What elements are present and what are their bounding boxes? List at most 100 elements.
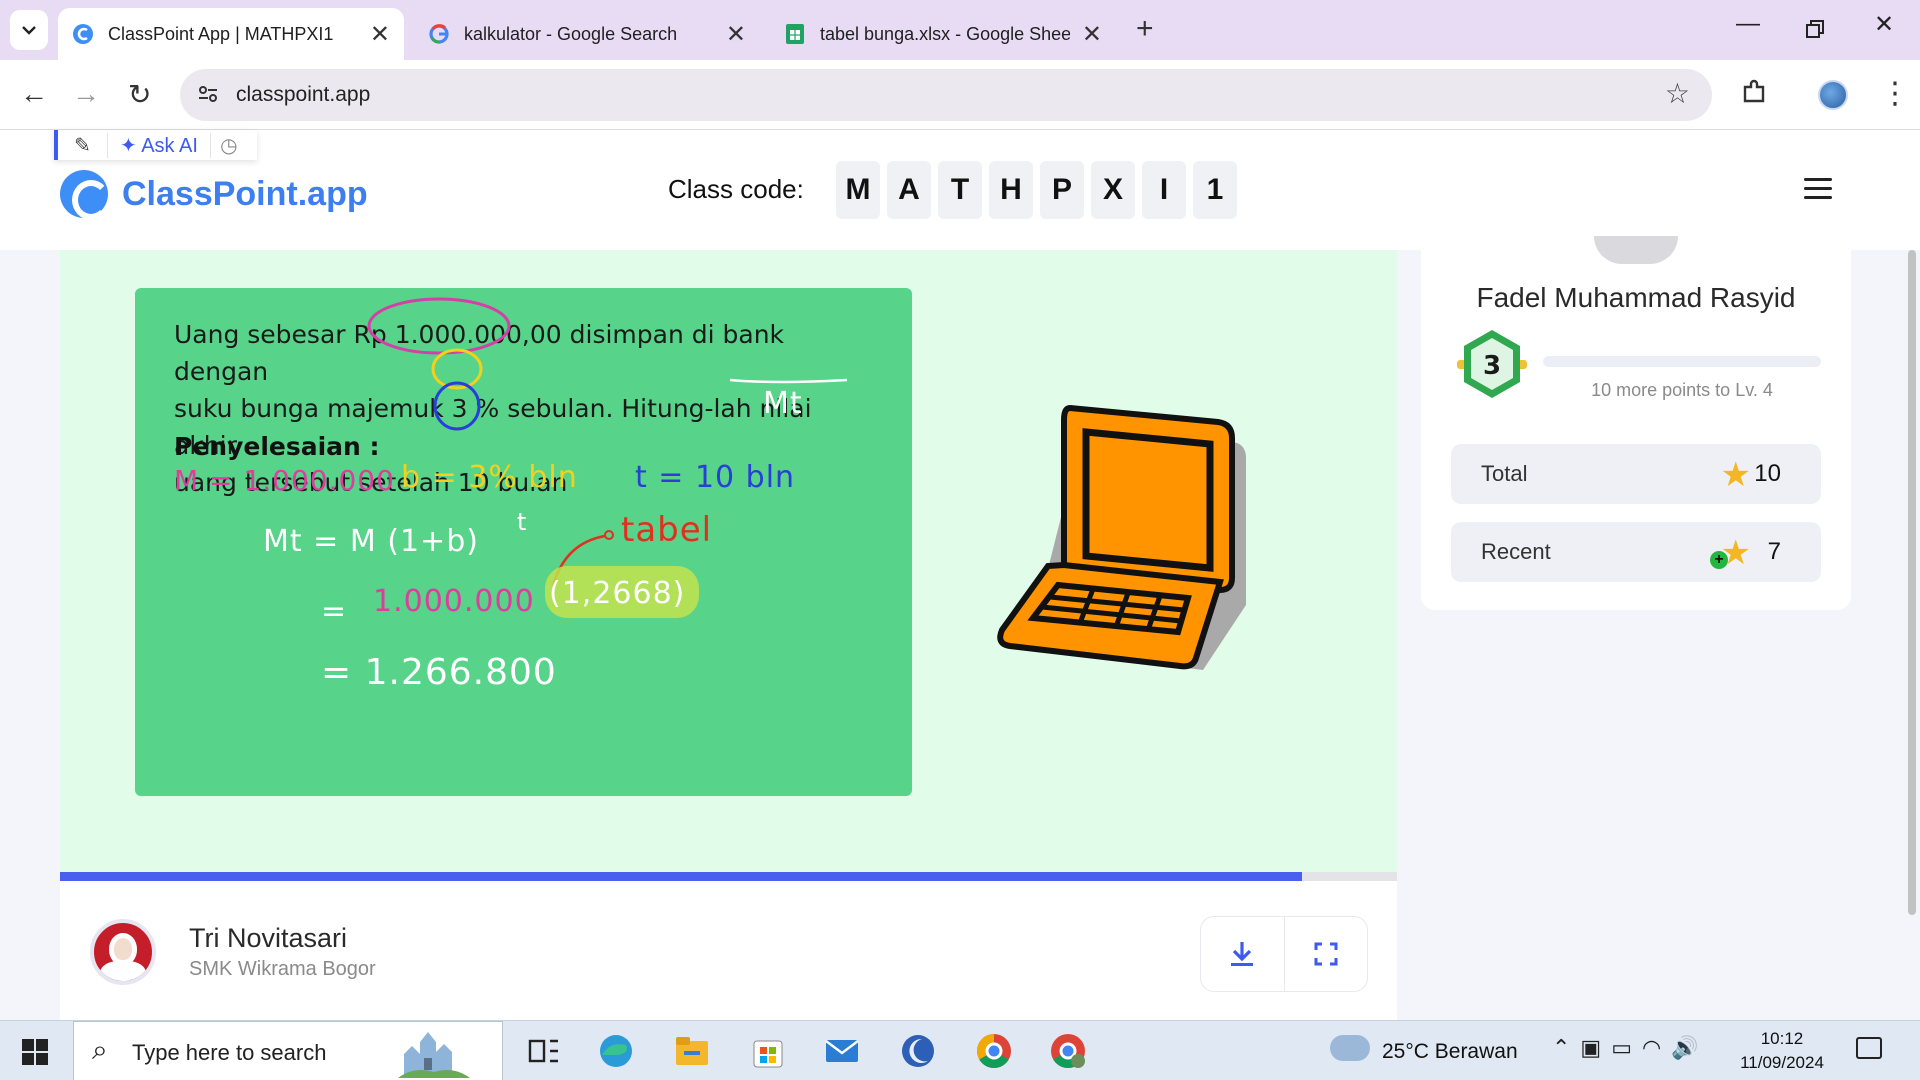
ink-t-value: t = 10 bln (635, 460, 796, 495)
chevron-down-icon (22, 26, 36, 35)
plus-badge-icon: + (1710, 551, 1728, 569)
tab-google-search[interactable]: kalkulator - Google Search ✕ (414, 8, 760, 60)
close-window-icon[interactable]: ✕ (1874, 10, 1894, 39)
taskbar-clock[interactable]: 10:12 11/09/2024 (1738, 1027, 1826, 1075)
ink-arrow-head (604, 530, 614, 540)
close-tab-icon[interactable]: ✕ (1082, 20, 1102, 49)
classpoint-logo-icon (60, 170, 110, 220)
class-code-char: H (989, 161, 1033, 219)
forward-icon[interactable]: → (72, 78, 100, 110)
castle-search-highlight-icon (398, 1032, 470, 1078)
student-panel: Fadel Muhammad Rasyid 3 10 more points t… (1421, 236, 1851, 610)
class-code-char: X (1091, 161, 1135, 219)
night-app-icon[interactable] (898, 1031, 938, 1071)
class-code-char: T (938, 161, 982, 219)
question-board: Uang sebesar Rp 1.000.000,00 disimpan di… (135, 288, 912, 796)
tab-google-sheets[interactable]: tabel bunga.xlsx - Google Sheet ✕ (770, 8, 1116, 60)
weather-text[interactable]: 25°C Berawan (1382, 1040, 1518, 1064)
class-code: M A T H P X I 1 (836, 161, 1237, 219)
tab-search-button[interactable] (10, 10, 48, 50)
close-tab-icon[interactable]: ✕ (370, 20, 390, 49)
file-explorer-icon[interactable] (672, 1031, 712, 1071)
menu-icon[interactable] (1804, 178, 1832, 205)
reload-icon[interactable]: ↻ (128, 78, 151, 111)
recent-points-value: 7 (1767, 538, 1781, 565)
ink-circle-amount (367, 297, 511, 355)
google-favicon (429, 24, 449, 44)
classpoint-logo[interactable]: ClassPoint.app (60, 170, 368, 220)
microsoft-store-icon[interactable] (748, 1031, 788, 1071)
ink-formula: Mt = M (1+b) (263, 524, 479, 559)
clock-date: 11/09/2024 (1740, 1053, 1824, 1072)
minimize-icon[interactable]: — (1736, 10, 1760, 38)
windows-start-icon[interactable] (22, 1039, 48, 1065)
slide-progress-bar (60, 872, 1397, 881)
presenter-school: SMK Wikrama Bogor (189, 958, 376, 980)
slide-view: Uang sebesar Rp 1.000.000,00 disimpan di… (60, 250, 1397, 881)
browser-toolbar: ← → ↻ classpoint.app ☆ ⋮ (0, 60, 1920, 130)
mail-icon[interactable] (822, 1031, 862, 1071)
total-points-card: Total ★ 10 (1451, 444, 1821, 504)
star-icon: ★ (1720, 456, 1751, 494)
ink-formula-exponent: t (517, 508, 528, 536)
laptop-illustration (997, 404, 1246, 670)
tab-title: tabel bunga.xlsx - Google Sheet (820, 23, 1070, 44)
close-tab-icon[interactable]: ✕ (726, 20, 746, 49)
classpoint-header: ✎ ✦ Ask AI ◷ ClassPoint.app Class code: … (0, 130, 1920, 250)
address-bar[interactable]: classpoint.app ☆ (180, 69, 1712, 121)
ink-m-value: M = 1.000.000 (174, 464, 395, 497)
search-icon: ⌕ (92, 1034, 108, 1065)
slide-progress-fill (60, 872, 1303, 881)
clock-time: 10:12 (1760, 1029, 1804, 1048)
ink-b-value: b = 3% bln (401, 460, 578, 495)
system-tray-icons[interactable]: ⌃▣▭◠🔊 (1552, 1035, 1709, 1061)
search-placeholder: Type here to search (132, 1040, 327, 1065)
task-view-icon[interactable] (524, 1031, 564, 1071)
classpoint-favicon (73, 24, 93, 44)
extensions-icon[interactable] (1740, 78, 1768, 106)
presenter-avatar (90, 919, 156, 985)
total-points-label: Total (1481, 461, 1528, 486)
tab-title: ClassPoint App | MATHPXI1 (108, 23, 334, 44)
level-number: 3 (1483, 351, 1501, 381)
chrome-icon[interactable] (974, 1031, 1014, 1071)
ink-step1-factor: (1,2668) (549, 576, 686, 611)
recent-points-label: Recent (1481, 539, 1551, 564)
new-tab-button[interactable]: + (1136, 12, 1154, 46)
slide-actions (1200, 916, 1368, 992)
ink-tabel-note: tabel (621, 510, 713, 550)
student-name: Fadel Muhammad Rasyid (1476, 282, 1796, 313)
page-scrollbar[interactable] (1908, 250, 1916, 915)
browser-menu-icon[interactable]: ⋮ (1880, 76, 1910, 111)
level-progress-bar (1543, 356, 1821, 367)
history-icon[interactable]: ◷ (211, 133, 247, 158)
class-code-label: Class code: (668, 174, 804, 204)
site-settings-icon[interactable] (196, 82, 220, 106)
tab-title: kalkulator - Google Search (464, 23, 678, 44)
fullscreen-icon[interactable] (1285, 917, 1368, 991)
pen-icon[interactable]: ✎ (58, 132, 108, 158)
ink-circle-period (433, 381, 481, 431)
ink-result: = 1.266.800 (321, 652, 557, 693)
download-icon[interactable] (1201, 917, 1285, 991)
notification-icon[interactable] (1856, 1037, 1882, 1059)
taskbar-search[interactable]: ⌕ Type here to search (73, 1021, 503, 1080)
total-points-value: 10 (1754, 460, 1781, 487)
level-progress-text: 10 more points to Lv. 4 (1591, 380, 1773, 400)
ink-annotations (367, 297, 848, 618)
ask-ai-button[interactable]: ✦ Ask AI (108, 132, 211, 158)
ink-equals: = (321, 594, 348, 629)
chrome-profile-icon[interactable] (1048, 1031, 1088, 1071)
profile-avatar[interactable] (1818, 80, 1848, 110)
back-icon[interactable]: ← (20, 78, 48, 110)
recent-points-card: Recent ★ + 7 (1451, 522, 1821, 582)
bookmark-star-icon[interactable]: ☆ (1665, 77, 1690, 110)
cloud-icon[interactable] (1330, 1035, 1370, 1061)
tab-classpoint[interactable]: ClassPoint App | MATHPXI1 ✕ (58, 8, 404, 60)
class-code-char: I (1142, 161, 1186, 219)
ink-underline (729, 378, 848, 384)
restore-icon[interactable] (1806, 20, 1824, 38)
edge-icon[interactable] (596, 1031, 636, 1071)
logo-text: ClassPoint.app (122, 174, 368, 213)
presenter-name: Tri Novitasari (189, 923, 348, 953)
